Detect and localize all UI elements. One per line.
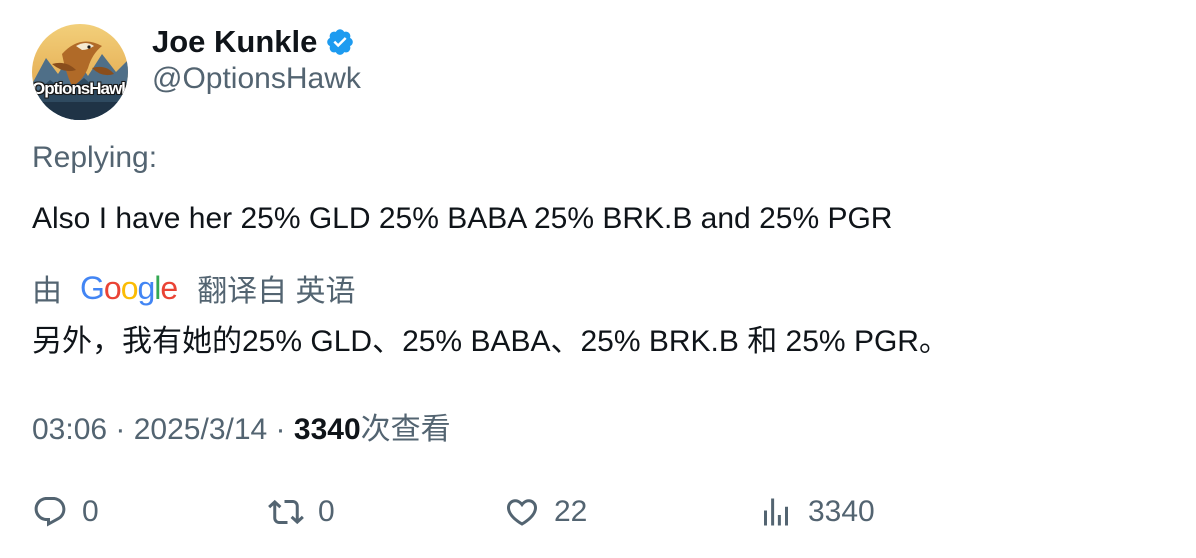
tweet-meta: 03:06 · 2025/3/14 · 3340次查看: [32, 404, 451, 448]
google-logo-icon: Google: [80, 269, 178, 306]
repost-icon: [268, 499, 304, 525]
avatar-logo-text: OptionsHawk: [32, 79, 128, 98]
author-name-row[interactable]: Joe Kunkle: [152, 22, 355, 62]
views-action-count: 3340: [808, 495, 875, 528]
reply-count: 0: [82, 495, 99, 528]
hawk-avatar-image: [32, 24, 128, 120]
tweet-date[interactable]: 2025/3/14: [134, 413, 267, 446]
like-count: 22: [554, 495, 588, 528]
translated-from-label: 翻译自 英语: [197, 275, 356, 308]
display-name[interactable]: Joe Kunkle: [152, 24, 317, 60]
repost-count: 0: [318, 495, 335, 528]
translated-tweet-text: 另外，我有她的25% GLD、25% BABA、25% BRK.B 和 25% …: [32, 325, 949, 358]
views-button[interactable]: 3340: [758, 490, 875, 534]
translation-attribution: 由 Google 翻译自 英语: [32, 268, 356, 309]
meta-separator: ·: [267, 413, 294, 446]
author-handle[interactable]: @OptionsHawk: [152, 62, 361, 96]
tweet-text: Also I have her 25% GLD 25% BABA 25% BRK…: [32, 202, 893, 235]
reply-icon: [34, 497, 66, 527]
analytics-icon: [764, 498, 788, 526]
meta-separator: ·: [107, 413, 134, 446]
reply-button[interactable]: 0: [32, 490, 99, 534]
tweet-time[interactable]: 03:06: [32, 413, 107, 446]
avatar[interactable]: OptionsHawk: [32, 24, 128, 120]
translated-by-label: 由: [32, 275, 62, 308]
replying-label: Replying:: [32, 141, 158, 174]
views-count: 3340: [293, 413, 361, 446]
views-suffix: 次查看: [360, 413, 451, 446]
heart-icon: [506, 499, 538, 526]
like-button[interactable]: 22: [504, 490, 587, 534]
verified-badge-icon: [325, 27, 355, 57]
repost-button[interactable]: 0: [268, 490, 335, 534]
